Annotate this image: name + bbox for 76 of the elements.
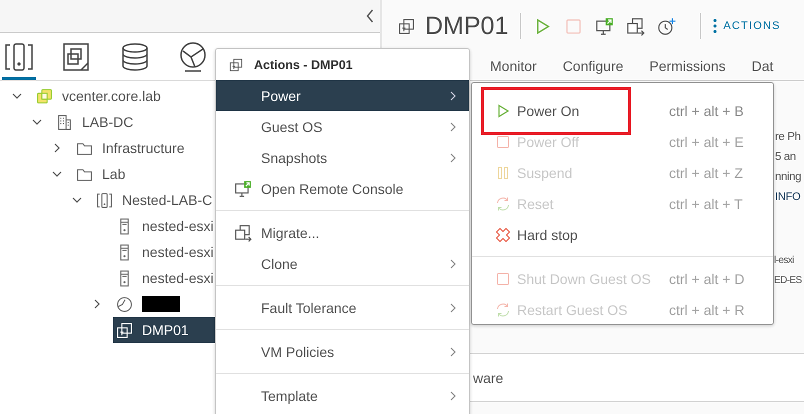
building-icon — [56, 114, 73, 130]
menu-item[interactable]: Open Remote Console — [216, 173, 469, 204]
detail-text: re Ph — [775, 130, 802, 145]
detail-text: l-esxi — [774, 254, 795, 268]
migrate-icon — [234, 224, 252, 242]
stacked-squares-icon — [36, 88, 53, 104]
cluster-icon — [96, 192, 113, 208]
chevron-right-icon — [450, 152, 456, 162]
chevron-right-icon — [450, 346, 456, 356]
keyboard-shortcut: ctrl + alt + E — [669, 134, 744, 150]
cross-icon — [495, 226, 511, 242]
tree-item[interactable]: nested-esxi — [113, 265, 217, 291]
keyboard-shortcut: ctrl + alt + T — [669, 196, 743, 212]
link[interactable]: INFO — [775, 187, 804, 207]
device-icon — [3, 41, 35, 73]
chevron-down-icon[interactable] — [72, 197, 82, 203]
tree-item[interactable]: Infrastructure — [73, 135, 188, 161]
menu-item[interactable]: Snapshots — [216, 142, 469, 173]
detail-text: ED-ES — [774, 274, 803, 288]
monitor-icon — [234, 180, 252, 198]
tab[interactable]: Configure — [562, 55, 624, 77]
menu-item[interactable]: Clone — [216, 248, 469, 279]
vm-icon — [116, 322, 133, 338]
console-button[interactable] — [595, 16, 614, 36]
pause-icon — [495, 164, 511, 180]
migrate-icon — [626, 16, 646, 36]
vm-icon — [398, 18, 415, 34]
vm-icon — [229, 58, 243, 72]
tab[interactable]: Monitor — [490, 55, 537, 77]
keyboard-shortcut: ctrl + alt + D — [669, 270, 744, 286]
clock-icon — [657, 16, 676, 36]
migrate-button[interactable] — [626, 16, 646, 36]
menu-item[interactable]: Template — [216, 380, 469, 411]
menu-item[interactable]: Hard stop — [472, 219, 773, 250]
tree-item[interactable]: Lab — [73, 161, 128, 187]
chevron-right-icon — [450, 122, 456, 132]
keyboard-shortcut: ctrl + alt + Z — [669, 164, 743, 180]
table-cell: ware — [473, 370, 504, 386]
chevron-right-icon[interactable] — [54, 143, 60, 153]
detail-text: nning — [775, 170, 802, 185]
menu-title: Actions - DMP01 — [254, 58, 353, 72]
tree-item[interactable]: vcenter.core.lab — [33, 83, 164, 109]
tab[interactable]: Dat — [752, 55, 774, 77]
chevron-right-icon — [450, 390, 456, 400]
stop-icon — [495, 134, 511, 150]
refresh-icon — [495, 302, 511, 318]
keyboard-shortcut: ctrl + alt + R — [669, 302, 744, 318]
chevron-right-icon[interactable] — [94, 299, 100, 309]
chevron-down-icon[interactable] — [52, 171, 62, 177]
chevron-right-icon — [450, 258, 456, 268]
detail-text: 5 an — [775, 150, 797, 165]
menu-item[interactable]: Migrate... — [216, 217, 469, 248]
menu-item[interactable]: Power On ctrl + alt + B — [472, 95, 773, 126]
vm-title: DMP01 — [425, 12, 508, 40]
tree-item[interactable]: nested-esxi — [113, 213, 217, 239]
actions-button[interactable]: ACTIONS — [713, 18, 781, 34]
tab[interactable]: Permissions — [649, 55, 726, 77]
keyboard-shortcut: ctrl + alt + B — [669, 102, 744, 118]
tree-item[interactable]: nested-esxi — [113, 239, 217, 265]
stop-icon — [564, 16, 584, 36]
chevron-right-icon — [450, 90, 456, 100]
refresh-icon — [495, 196, 511, 212]
monitor-icon — [595, 16, 614, 36]
nav-tab[interactable] — [2, 41, 36, 80]
menu-item[interactable]: Guest OS — [216, 111, 469, 142]
chevron-down-icon[interactable] — [32, 119, 42, 125]
chevron-right-icon — [450, 302, 456, 312]
stop-icon — [495, 270, 511, 286]
kebab-icon — [713, 18, 718, 34]
snapshot-button[interactable] — [657, 16, 676, 36]
gauge-icon — [116, 296, 133, 312]
menu-item[interactable]: Power — [216, 80, 469, 111]
chevron-left-icon[interactable] — [366, 9, 374, 23]
chevron-down-icon[interactable] — [12, 93, 22, 99]
tree-item[interactable]: LAB-DC — [53, 109, 136, 135]
tree-item[interactable]: Nested-LAB-C — [93, 187, 216, 213]
